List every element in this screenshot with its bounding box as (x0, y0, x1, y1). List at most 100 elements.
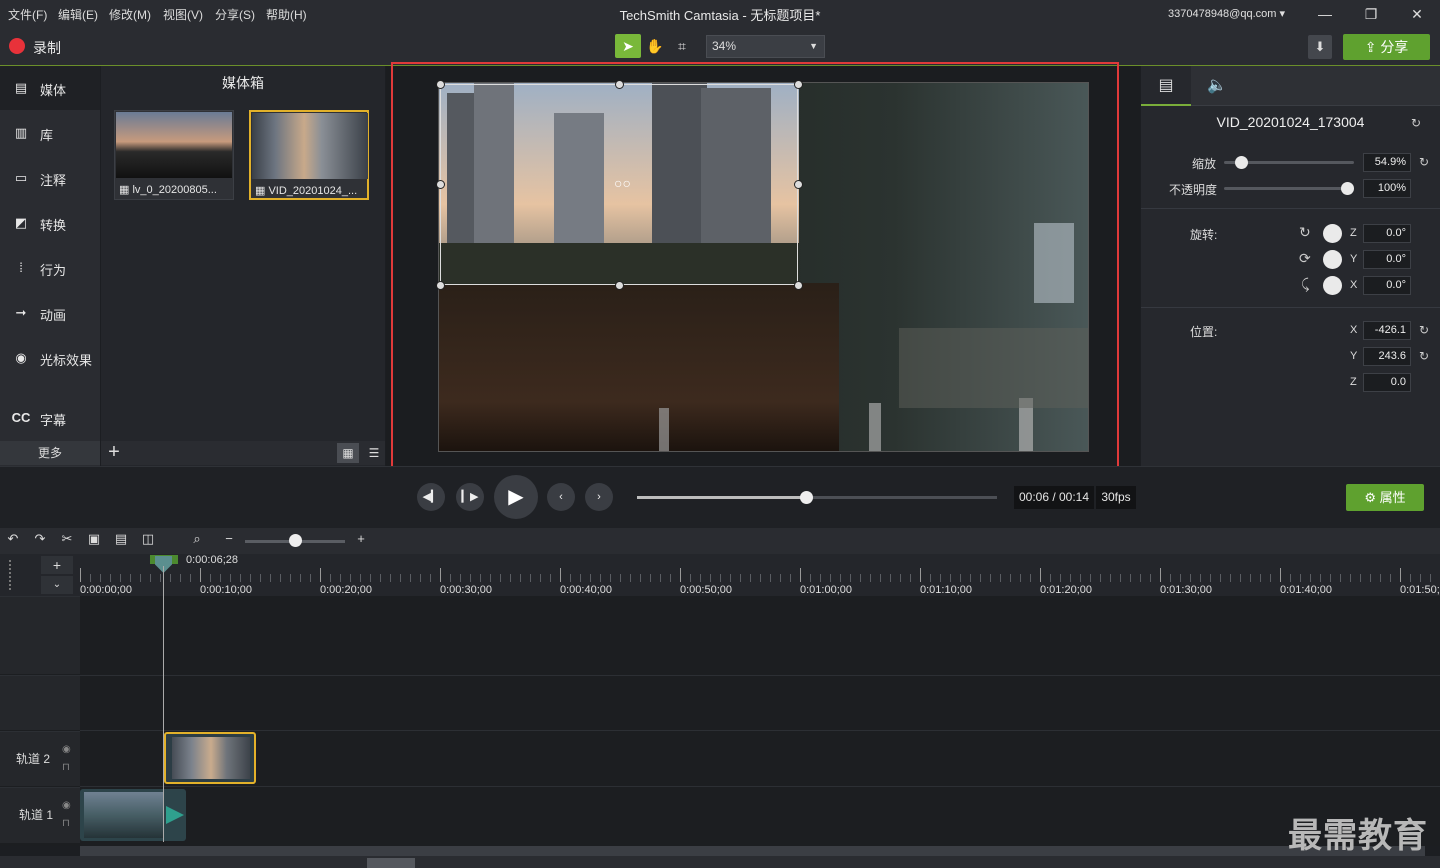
eye-icon[interactable]: ◉ (62, 744, 71, 755)
copy-icon[interactable]: ▣ (84, 531, 104, 547)
media-thumbnail (252, 113, 368, 179)
rotate-y-icon: ⟳ (1299, 250, 1311, 266)
chevron-down-icon[interactable]: ⌄ (41, 576, 73, 594)
highlight-frame (391, 62, 1119, 469)
previous-icon[interactable]: ‹ (547, 483, 575, 511)
status-bar (0, 856, 1440, 868)
clip-thumbnail (84, 792, 164, 838)
split-icon[interactable]: ◫ (138, 531, 158, 547)
record-icon[interactable] (9, 38, 25, 54)
position-z-field[interactable]: 0.0 (1363, 373, 1411, 392)
track-header[interactable]: 轨道 1 ◉ ⊓ (0, 787, 80, 843)
ruler-tick-label: 0:00:00;00 (80, 584, 132, 596)
zoom-icon[interactable]: ⌕ (187, 531, 207, 547)
audio-properties-tab-icon[interactable]: 🔈 (1192, 66, 1242, 106)
visual-properties-tab-icon[interactable]: ▤ (1141, 66, 1191, 106)
playhead-line (163, 566, 164, 842)
add-track-icon[interactable]: + (41, 556, 73, 574)
eye-icon[interactable]: ◉ (62, 800, 71, 811)
sidebar-item-cursor-effects[interactable]: ◉ 光标效果 (0, 336, 100, 380)
sidebar-item-behaviors[interactable]: ⁞ 行为 (0, 246, 100, 290)
crop-tool-icon[interactable]: ⌗ (669, 34, 695, 58)
rotation-dial[interactable] (1323, 276, 1342, 295)
step-forward-icon[interactable]: ▎▶ (456, 483, 484, 511)
sidebar-item-label: 注释 (40, 173, 67, 188)
lock-icon[interactable]: ⊓ (62, 762, 70, 773)
zoom-dropdown[interactable]: 34% ▼ (706, 35, 825, 58)
track-row[interactable] (80, 675, 1440, 730)
paste-icon[interactable]: ▤ (111, 531, 131, 547)
rotation-y-field[interactable]: 0.0° (1363, 250, 1411, 269)
lock-icon[interactable]: ⊓ (62, 818, 70, 829)
track-row[interactable] (80, 730, 1440, 786)
position-y-field[interactable]: 243.6 (1363, 347, 1411, 366)
share-label: 分享 (1380, 39, 1409, 55)
track-header-empty (0, 675, 80, 730)
sidebar-item-label: 动画 (40, 308, 67, 323)
track-name: 轨道 2 (16, 752, 51, 766)
minimize-icon[interactable]: — (1310, 4, 1340, 24)
scale-slider-knob[interactable] (1234, 156, 1248, 169)
sidebar-item-media[interactable]: ▤ 媒体 (0, 66, 100, 110)
reset-icon[interactable]: ↻ (1419, 155, 1429, 169)
more-button[interactable]: 更多 (0, 441, 100, 465)
share-button[interactable]: ⇪ 分享 (1343, 34, 1430, 60)
reset-icon[interactable]: ↻ (1411, 116, 1421, 130)
scroll-thumb[interactable] (367, 858, 415, 868)
media-item[interactable]: ▦ lv_0_20200805... (114, 110, 234, 200)
axis-label: Y (1350, 350, 1358, 362)
redo-icon[interactable]: ↷ (30, 531, 50, 547)
axis-label: X (1350, 279, 1358, 291)
grid-view-icon[interactable]: ▦ (337, 443, 359, 463)
sidebar-item-captions[interactable]: CC 字幕 (0, 396, 100, 440)
drag-handle-icon[interactable] (9, 560, 17, 590)
rotation-x-field[interactable]: 0.0° (1363, 276, 1411, 295)
opacity-field[interactable]: 100% (1363, 179, 1411, 198)
account-menu[interactable]: 3370478948@qq.com ▾ (1168, 7, 1285, 20)
library-icon: ▥ (14, 125, 28, 140)
add-icon[interactable]: + (104, 441, 124, 464)
sidebar-item-transitions[interactable]: ◩ 转换 (0, 201, 100, 245)
rotation-dial[interactable] (1323, 250, 1342, 269)
timeline-zoom-knob[interactable] (289, 534, 302, 547)
close-icon[interactable]: ✕ (1402, 4, 1432, 24)
pan-tool-icon[interactable]: ✋ (642, 34, 668, 58)
select-tool-icon[interactable]: ➤ (615, 34, 641, 58)
download-icon[interactable]: ⬇ (1308, 35, 1332, 59)
sidebar-item-label: 光标效果 (40, 353, 93, 368)
animation-icon: ➞ (15, 305, 27, 320)
timeline-clip-selected[interactable] (164, 732, 256, 784)
sidebar-item-animations[interactable]: ➞ 动画 (0, 291, 100, 335)
step-back-icon[interactable]: ◀▎ (417, 483, 445, 511)
opacity-slider[interactable] (1224, 187, 1354, 190)
transition-icon: ◩ (14, 215, 28, 230)
sidebar-item-annotations[interactable]: ▭ 注释 (0, 156, 100, 200)
rotation-dial[interactable] (1323, 224, 1342, 243)
zoom-out-icon[interactable]: − (219, 531, 239, 546)
position-x-field[interactable]: -426.1 (1363, 321, 1411, 340)
restore-icon[interactable]: ❐ (1356, 4, 1386, 24)
play-icon[interactable]: ▶ (494, 475, 538, 519)
next-icon[interactable]: › (585, 483, 613, 511)
sidebar-item-library[interactable]: ▥ 库 (0, 111, 100, 155)
reset-icon[interactable]: ↻ (1419, 323, 1429, 337)
film-icon: ▤ (14, 80, 28, 95)
sidebar-item-label: 字幕 (40, 413, 67, 428)
reset-icon[interactable]: ↻ (1419, 349, 1429, 363)
horizontal-scrollbar[interactable] (80, 846, 1425, 856)
cut-icon[interactable]: ✂ (57, 531, 77, 547)
rotation-z-field[interactable]: 0.0° (1363, 224, 1411, 243)
ruler-tick-label: 0:01:40;00 (1280, 584, 1332, 596)
timeline-toolbar (0, 528, 1440, 554)
track-header[interactable]: 轨道 2 ◉ ⊓ (0, 731, 80, 786)
record-button[interactable]: 录制 (33, 38, 61, 58)
properties-button[interactable]: ⚙ 属性 (1346, 484, 1424, 511)
undo-icon[interactable]: ↶ (3, 531, 23, 547)
list-view-icon[interactable]: ☰ (363, 443, 385, 463)
time-ruler[interactable] (80, 554, 1440, 596)
zoom-in-icon[interactable]: + (351, 531, 371, 546)
track-row[interactable] (80, 786, 1440, 843)
media-item-selected[interactable]: ▦ VID_20201024_... (249, 110, 369, 200)
scale-field[interactable]: 54.9% (1363, 153, 1411, 172)
opacity-slider-knob[interactable] (1341, 182, 1354, 195)
